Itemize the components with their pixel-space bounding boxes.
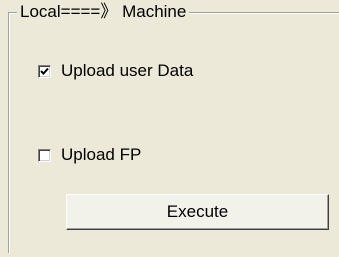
checkbox-box[interactable] <box>38 148 51 162</box>
execute-button[interactable]: Execute <box>66 194 329 230</box>
upload-user-data-label: Upload user Data <box>61 61 194 80</box>
checkmark-icon <box>40 67 49 75</box>
upload-user-data-checkbox[interactable]: Upload user Data <box>38 60 193 82</box>
upload-fp-checkbox[interactable]: Upload FP <box>38 144 141 166</box>
checkbox-box[interactable] <box>38 64 51 78</box>
groupbox-title: Local====》 Machine <box>17 2 190 22</box>
upload-fp-label: Upload FP <box>61 145 142 164</box>
execute-button-label: Execute <box>166 202 229 221</box>
